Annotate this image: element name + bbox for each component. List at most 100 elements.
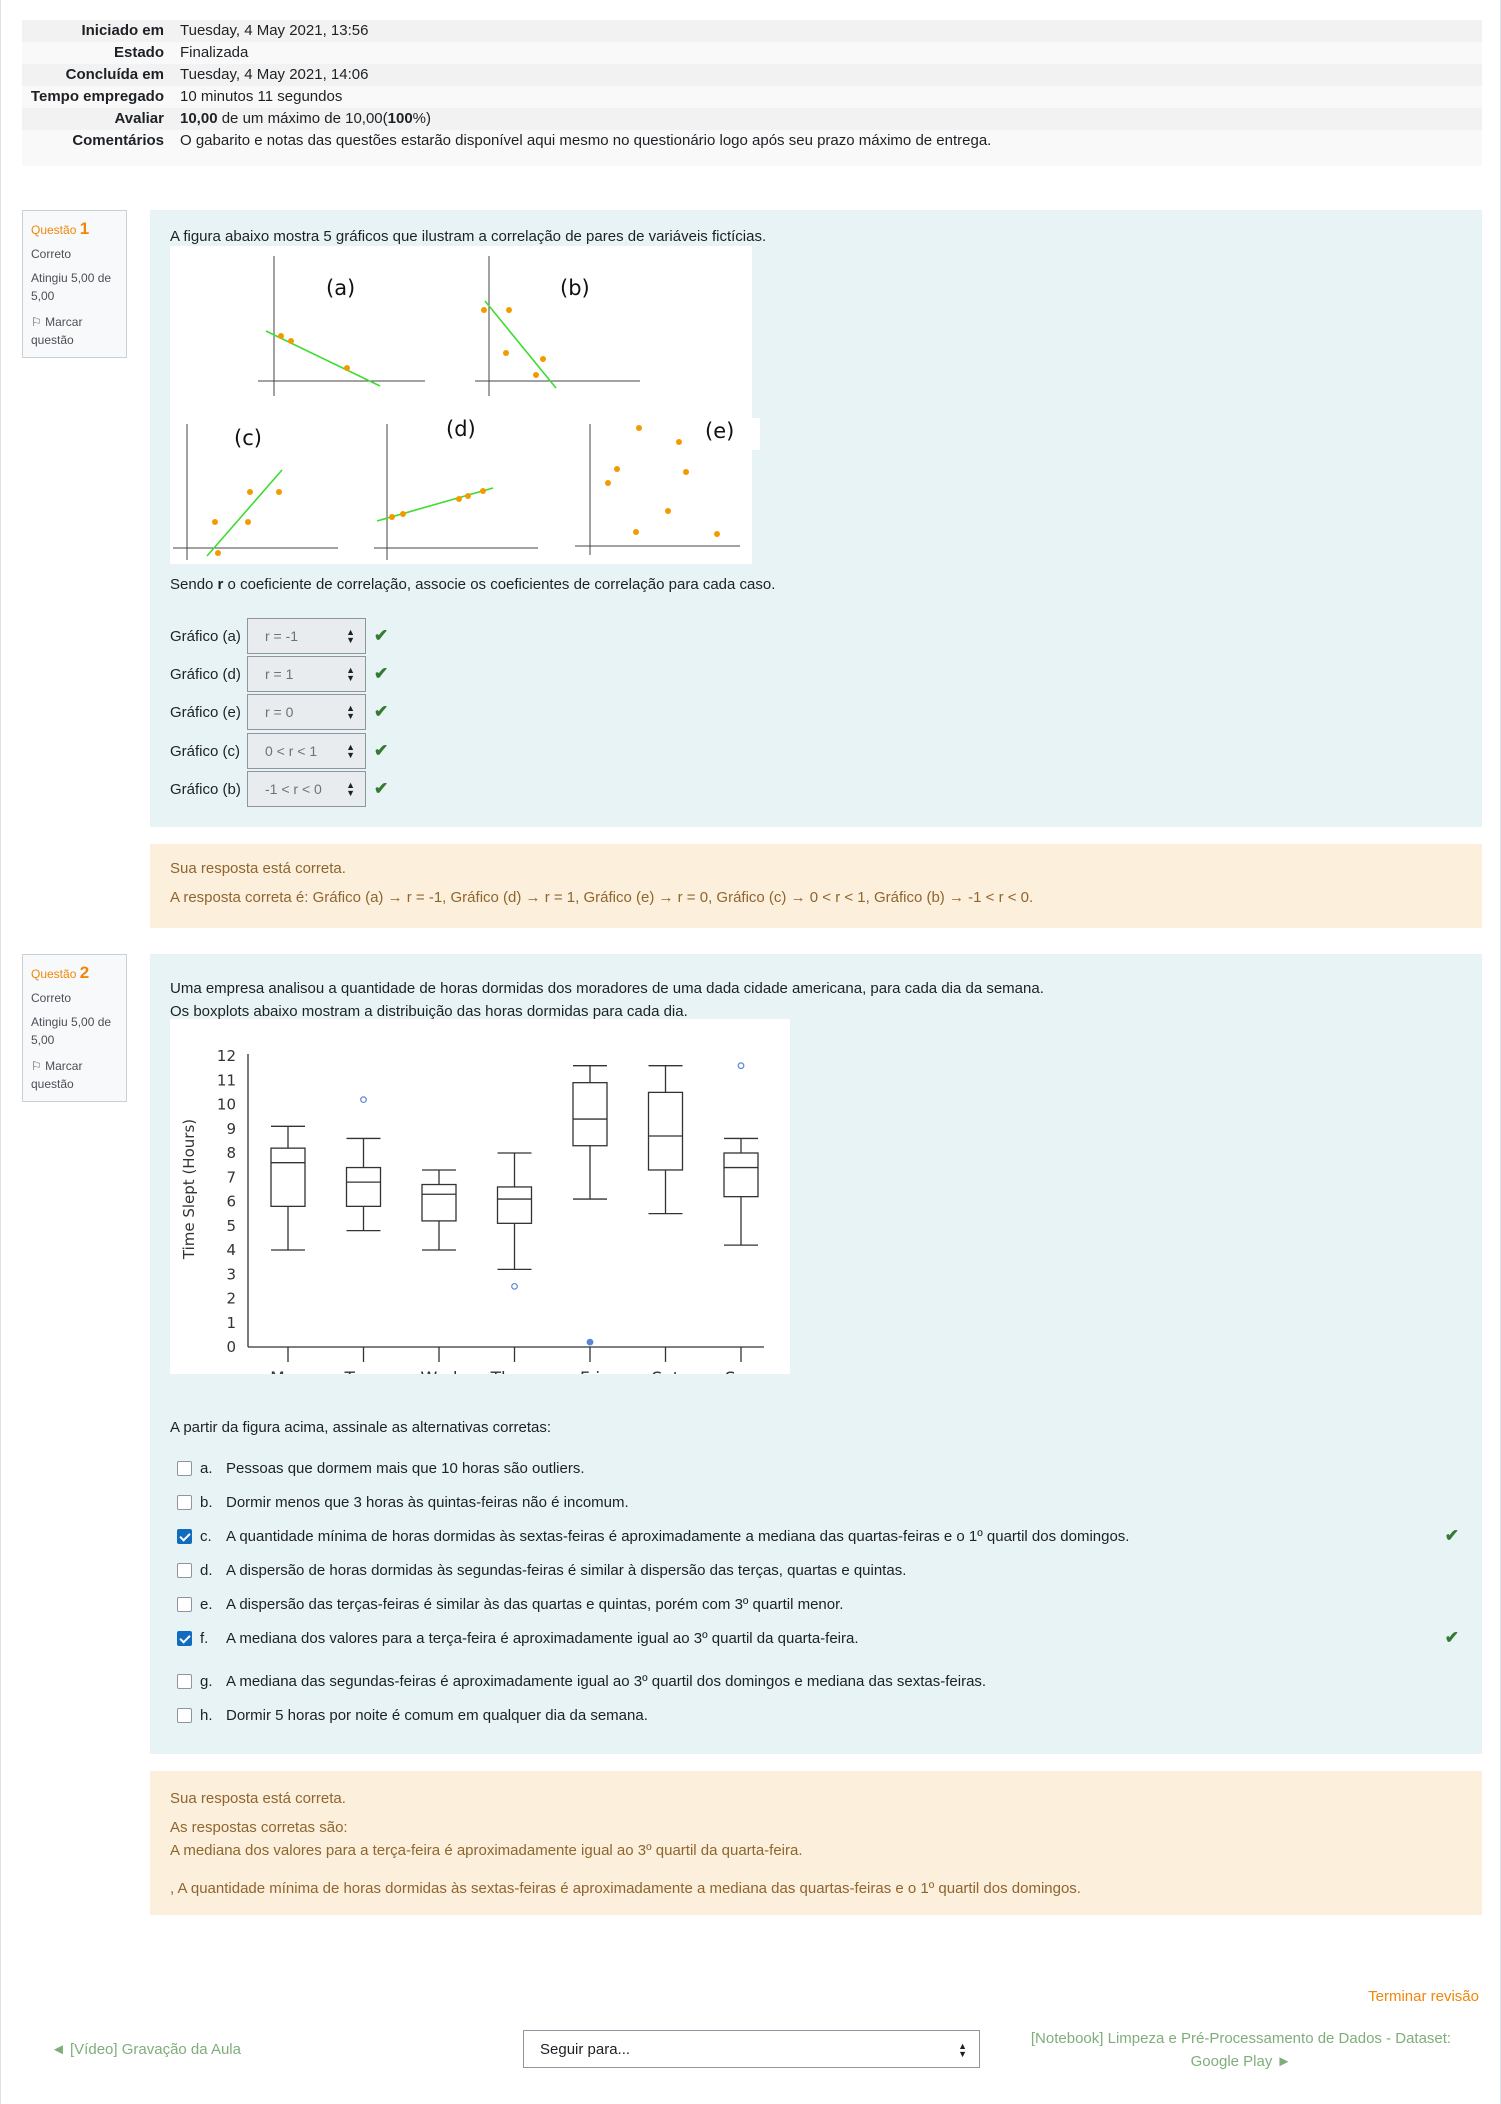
y-tick-label: 1 [226, 1314, 236, 1332]
option-checkbox[interactable] [177, 1596, 192, 1612]
feedback-status: Sua resposta está correta. [170, 860, 346, 877]
option-checkbox[interactable] [177, 1528, 192, 1544]
next-activity-link[interactable]: [Notebook] Limpeza e Pré-Processamento d… [1011, 2027, 1471, 2073]
match-label: Gráfico (a) [170, 627, 241, 645]
match-select[interactable]: r = -1 ▲ ▼ [247, 618, 366, 654]
select-arrows-icon: ▲ ▼ [346, 742, 355, 760]
match-select[interactable]: -1 < r < 0 ▲ ▼ [247, 771, 366, 807]
x-tick-label: Sun [725, 1369, 757, 1374]
feedback-correct-answer: A resposta correta é: Gráfico (a) → r = … [170, 889, 1034, 906]
option-text: A dispersão das terças-feiras é similar … [226, 1595, 844, 1613]
match-select[interactable]: 0 < r < 1 ▲ ▼ [247, 733, 366, 769]
match-select[interactable]: r = 1 ▲ ▼ [247, 656, 366, 692]
summary-grade-value: 10,00 de um máximo de 10,00(100%) [172, 108, 1482, 130]
summary-label: Estado [22, 42, 172, 64]
match-select[interactable]: r = 0 ▲ ▼ [247, 694, 366, 730]
y-axis-label: Time Slept (Hours) [180, 1119, 198, 1260]
answer-option: b. Dormir menos que 3 horas às quintas-fe… [177, 1490, 1477, 1514]
match-label: Gráfico (b) [170, 780, 241, 798]
summary-comments-value: O gabarito e notas das questões estarão … [172, 130, 1482, 166]
match-row: Gráfico (d) r = 1 ▲ ▼ ✔ [170, 656, 388, 692]
option-letter: f. [200, 1629, 209, 1647]
summary-value: Finalizada [172, 42, 1482, 64]
option-letter: h. [200, 1706, 213, 1724]
summary-value: Tuesday, 4 May 2021, 13:56 [172, 20, 1482, 42]
x-tick-label: Tues [344, 1369, 383, 1374]
question-index: 2 [79, 963, 90, 982]
select-arrows-icon: ▲ ▼ [346, 780, 355, 798]
option-checkbox[interactable] [177, 1707, 192, 1723]
y-tick-label: 4 [226, 1241, 236, 1259]
summary-row: Tempo empregado 10 minutos 11 segundos [22, 86, 1482, 108]
feedback-answer: A mediana dos valores para a terça-feira… [170, 1842, 803, 1859]
option-text: A quantidade mínima de horas dormidas às… [226, 1527, 1130, 1545]
flag-icon: ⚐ [31, 315, 42, 329]
association-instruction: Sendo r o coeficiente de correlação, ass… [170, 573, 775, 596]
summary-label: Concluída em [22, 64, 172, 86]
feedback-intro: As respostas corretas são: [170, 1819, 348, 1836]
grade-mid: de um máximo de 10,00( [217, 110, 388, 127]
finish-review-link[interactable]: Terminar revisão [1368, 1988, 1479, 2005]
box-iqr [421, 1183, 457, 1222]
option-letter: g. [200, 1672, 213, 1690]
option-checkbox[interactable] [177, 1630, 192, 1646]
option-checkbox[interactable] [177, 1460, 192, 1476]
y-tick-label: 10 [217, 1096, 236, 1114]
y-tick-label: 9 [226, 1120, 236, 1138]
select-arrows-icon: ▲ ▼ [346, 665, 355, 683]
instruction-text: o coeficiente de correlação, associe os … [223, 576, 776, 593]
x-tick-label: Fri [580, 1369, 600, 1374]
x-tick-label: Mon [270, 1369, 306, 1374]
attempt-summary-table: Iniciado em Tuesday, 4 May 2021, 13:56 E… [22, 20, 1482, 166]
box-iqr [572, 1082, 608, 1147]
summary-value: 10 minutos 11 segundos [172, 86, 1482, 108]
y-tick-label: 5 [226, 1217, 236, 1235]
previous-activity-link[interactable]: ◄ [Vídeo] Gravação da Aula [51, 2038, 241, 2061]
quiz-review-page: Iniciado em Tuesday, 4 May 2021, 13:56 E… [0, 0, 1501, 2104]
y-tick-label: 6 [226, 1193, 236, 1211]
outlier-point [511, 1282, 518, 1290]
select-arrows-icon: ▲ ▼ [958, 2041, 967, 2059]
option-checkbox[interactable] [177, 1562, 192, 1578]
outlier-point [360, 1096, 367, 1104]
option-text: Pessoas que dormem mais que 10 horas são… [226, 1459, 585, 1477]
answer-option: h. Dormir 5 horas por noite é comum em qu… [177, 1703, 1477, 1727]
match-row: Gráfico (a) r = -1 ▲ ▼ ✔ [170, 618, 388, 654]
correct-check-icon: ✔ [374, 779, 389, 798]
match-label: Gráfico (d) [170, 665, 241, 683]
option-checkbox[interactable] [177, 1673, 192, 1689]
jump-to-select[interactable]: Seguir para... ▲ ▼ [523, 2030, 980, 2068]
question-grade: Atingiu 5,00 de 5,00 [31, 271, 112, 303]
answer-option: d. A dispersão de horas dormidas às segun… [177, 1558, 1477, 1582]
question-state: Correto [31, 247, 72, 261]
flag-question-link[interactable]: ⚐ Marcar questão [31, 1057, 118, 1093]
figure-label-d: (d) [446, 417, 476, 441]
match-row: Gráfico (b) -1 < r < 0 ▲ ▼ ✔ [170, 771, 388, 807]
box-iqr [723, 1152, 759, 1198]
select-arrows-icon: ▲ ▼ [346, 703, 355, 721]
match-select-value: r = 0 [265, 704, 294, 720]
match-select-value: -1 < r < 0 [265, 781, 322, 797]
option-letter: e. [200, 1595, 213, 1613]
flag-question-link[interactable]: ⚐ Marcar questão [31, 313, 118, 349]
box-iqr [345, 1166, 382, 1208]
option-checkbox[interactable] [177, 1494, 192, 1510]
summary-row-grade: Avaliar 10,00 de um máximo de 10,00(100%… [22, 108, 1482, 130]
answer-option: a. Pessoas que dormem mais que 10 horas s… [177, 1456, 1477, 1480]
flag-icon: ⚐ [31, 1059, 42, 1073]
match-row: Gráfico (e) r = 0 ▲ ▼ ✔ [170, 694, 388, 730]
y-tick-label: 0 [226, 1338, 236, 1356]
match-label: Gráfico (e) [170, 703, 241, 721]
correct-check-icon: ✔ [1444, 1526, 1459, 1545]
summary-row: Concluída em Tuesday, 4 May 2021, 14:06 [22, 64, 1482, 86]
correct-check-icon: ✔ [374, 664, 389, 683]
feedback-status: Sua resposta está correta. [170, 1790, 346, 1807]
figure-label-c: (c) [234, 426, 262, 450]
question-prefix: Questão [31, 223, 80, 237]
question-1-feedback: Sua resposta está correta. A resposta co… [150, 844, 1482, 928]
summary-row-comments: Comentários O gabarito e notas das quest… [22, 130, 1482, 166]
question-text: A figura abaixo mostra 5 gráficos que il… [170, 228, 767, 245]
question-text: Uma empresa analisou a quantidade de hor… [170, 980, 1044, 997]
option-text: A mediana das segundas-feiras é aproxima… [226, 1672, 987, 1690]
question-number: Questão 1 [31, 219, 118, 239]
